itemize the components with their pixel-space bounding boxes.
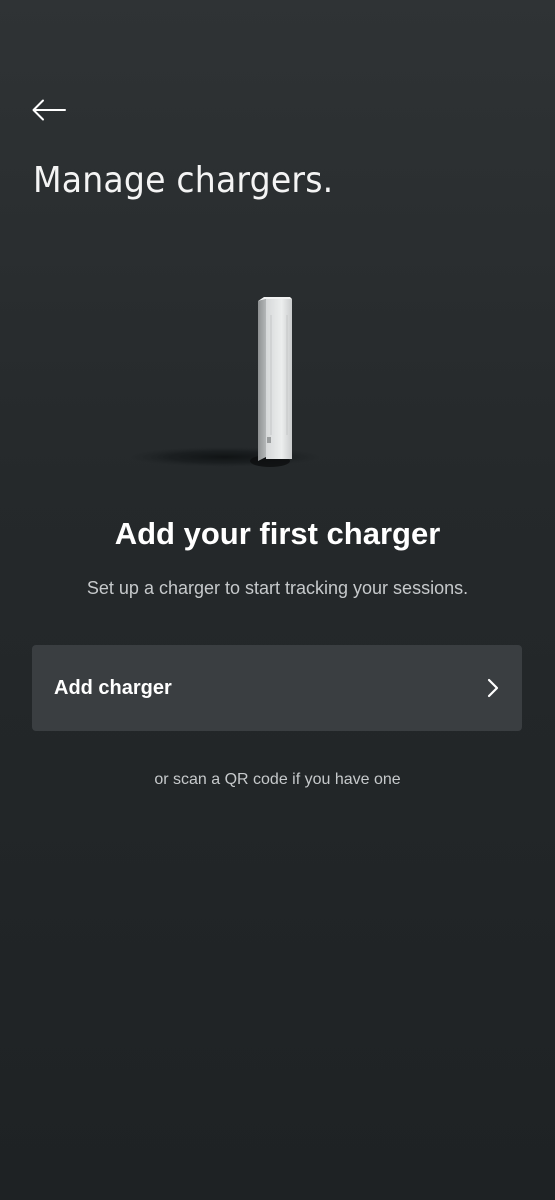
empty-state-title: Add your first charger	[114, 516, 441, 551]
empty-state-subtitle: Set up a charger to start tracking your …	[86, 578, 469, 598]
scan-qr-link[interactable]: or scan a QR code if you have one	[0, 771, 555, 789]
add-charger-button[interactable]: Add charger	[32, 645, 522, 731]
add-charger-label: Add charger	[54, 676, 172, 699]
back-button[interactable]	[32, 90, 76, 130]
wall-charger-illustration	[130, 297, 320, 467]
page-title: Manage chargers.	[33, 160, 334, 201]
chevron-right-icon	[487, 678, 499, 698]
arrow-left-icon	[32, 99, 66, 121]
